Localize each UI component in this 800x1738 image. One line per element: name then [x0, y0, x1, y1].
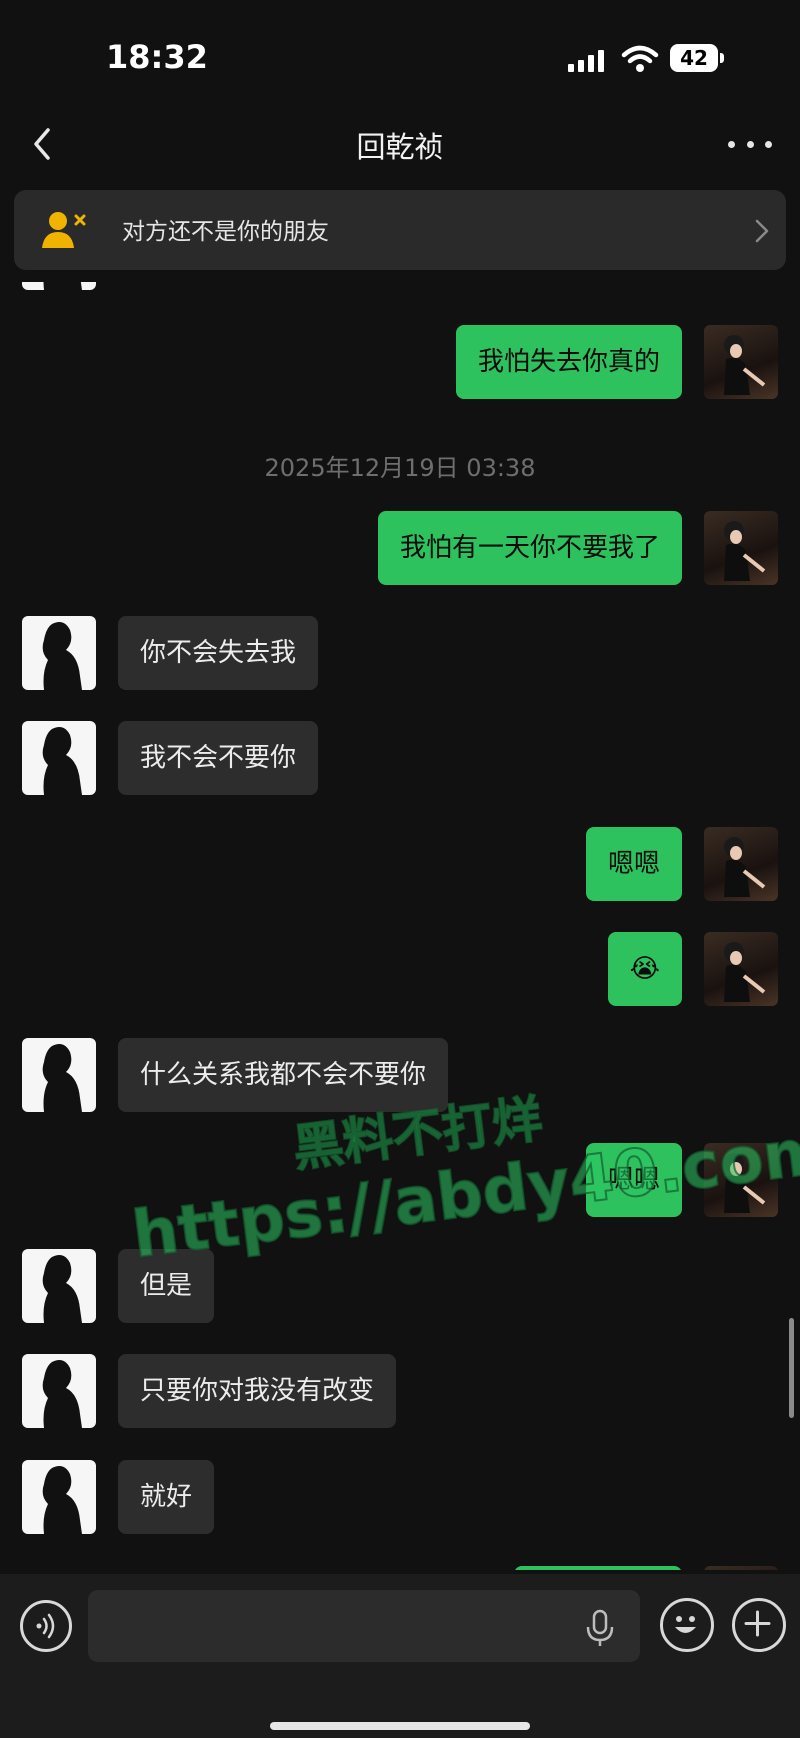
- my-avatar[interactable]: [704, 325, 778, 399]
- message-bubble[interactable]: 但是: [118, 1249, 215, 1323]
- contact-avatar[interactable]: [22, 1249, 96, 1323]
- contact-avatar[interactable]: [22, 1038, 96, 1112]
- message-bubble[interactable]: 就好: [118, 1460, 215, 1534]
- my-avatar[interactable]: [704, 827, 778, 901]
- not-friend-banner[interactable]: 对方还不是你的朋友: [14, 190, 786, 270]
- message-bubble[interactable]: 嗯嗯: [585, 1143, 682, 1217]
- wifi-icon: [621, 45, 659, 72]
- voice-icon[interactable]: [20, 1600, 72, 1652]
- more-icon[interactable]: [728, 124, 772, 164]
- message-list[interactable]: 我怕失去你真的 2025年12月19日 03:38 我怕有一天你不要我了 你不会…: [0, 282, 800, 1570]
- scrollbar[interactable]: [789, 1318, 794, 1418]
- my-avatar[interactable]: [704, 932, 778, 1006]
- emoji-icon[interactable]: [660, 1598, 714, 1652]
- chat-header: 回乾祯: [0, 110, 800, 190]
- message-bubble[interactable]: 你不会失去我: [118, 616, 319, 690]
- user-not-friend-icon: [42, 212, 86, 248]
- message-bubble-partial: [514, 1566, 682, 1570]
- message-bubble[interactable]: 什么关系我都不会不要你: [118, 1038, 449, 1112]
- contact-avatar[interactable]: [22, 616, 96, 690]
- my-avatar[interactable]: [704, 1566, 778, 1570]
- message-input[interactable]: [88, 1590, 640, 1662]
- contact-avatar[interactable]: [22, 1354, 96, 1428]
- message-bubble[interactable]: 我怕有一天你不要我了: [377, 511, 682, 585]
- banner-text: 对方还不是你的朋友: [122, 219, 329, 245]
- chevron-right-icon: [755, 219, 769, 243]
- contact-avatar[interactable]: [22, 1460, 96, 1534]
- contact-avatar[interactable]: [22, 282, 96, 290]
- emoji-message-bubble[interactable]: 😭: [607, 932, 682, 1006]
- message-bubble[interactable]: 只要你对我没有改变: [118, 1354, 397, 1428]
- cellular-signal-icon: [568, 48, 608, 72]
- plus-icon[interactable]: [732, 1598, 786, 1652]
- chat-title: 回乾祯: [356, 130, 444, 164]
- battery-indicator: 42: [670, 44, 724, 72]
- message-bubble[interactable]: 嗯嗯: [585, 827, 682, 901]
- timestamp: 2025年12月19日 03:38: [264, 454, 536, 482]
- home-indicator: [270, 1722, 530, 1730]
- my-avatar[interactable]: [704, 1143, 778, 1217]
- status-time: 18:32: [106, 38, 208, 76]
- mic-icon[interactable]: [582, 1608, 618, 1648]
- input-bar: [0, 1574, 800, 1738]
- contact-avatar[interactable]: [22, 721, 96, 795]
- message-bubble[interactable]: 我不会不要你: [118, 721, 319, 795]
- message-bubble[interactable]: 我怕失去你真的: [455, 325, 682, 399]
- status-bar: 18:32 42: [0, 0, 800, 110]
- my-avatar[interactable]: [704, 511, 778, 585]
